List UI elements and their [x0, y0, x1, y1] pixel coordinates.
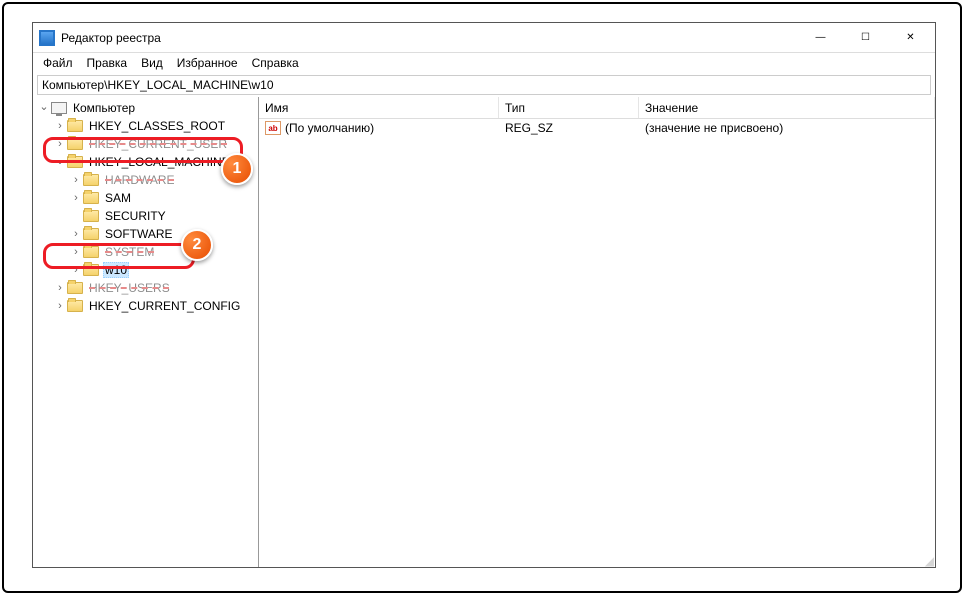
tree-root-computer[interactable]: Компьютер: [33, 99, 258, 117]
tree-item-w10[interactable]: w10: [33, 261, 258, 279]
tree-label: HKEY_CURRENT_USER: [87, 137, 229, 151]
menu-help[interactable]: Справка: [246, 54, 305, 72]
cell-name: ab (По умолчанию): [261, 121, 501, 135]
annotation-badge-1: 1: [221, 153, 253, 185]
window-title: Редактор реестра: [61, 31, 798, 45]
cell-value: (значение не присвоено): [641, 121, 933, 135]
folder-icon: [83, 264, 99, 276]
tree-label: SYSTEM: [103, 245, 156, 259]
maximize-button[interactable]: ☐: [843, 24, 888, 52]
chevron-right-icon[interactable]: [53, 138, 67, 150]
chevron-right-icon[interactable]: [69, 192, 83, 204]
folder-icon: [67, 300, 83, 312]
folder-icon: [67, 282, 83, 294]
cell-type: REG_SZ: [501, 121, 641, 135]
folder-icon: [67, 156, 83, 168]
list-body[interactable]: ab (По умолчанию) REG_SZ (значение не пр…: [259, 119, 935, 567]
folder-icon: [83, 228, 99, 240]
value-name: (По умолчанию): [285, 121, 374, 135]
titlebar[interactable]: Редактор реестра — ☐ ✕: [33, 23, 935, 53]
tree-label: HARDWARE: [103, 173, 177, 187]
annotation-badge-2: 2: [181, 229, 213, 261]
folder-icon: [67, 120, 83, 132]
tree-item-hkey-current-config[interactable]: HKEY_CURRENT_CONFIG: [33, 297, 258, 315]
tree-item-security[interactable]: SECURITY: [33, 207, 258, 225]
tree-label: Компьютер: [71, 101, 137, 115]
regedit-window: Редактор реестра — ☐ ✕ Файл Правка Вид И…: [32, 22, 936, 568]
tree-label: HKEY_LOCAL_MACHINE: [87, 155, 232, 169]
tree-item-hkey-users[interactable]: HKEY_USERS: [33, 279, 258, 297]
tree-label: w10: [103, 262, 129, 278]
tree-label: SECURITY: [103, 209, 168, 223]
tree-label: SOFTWARE: [103, 227, 175, 241]
tree-item-hkey-current-user[interactable]: HKEY_CURRENT_USER: [33, 135, 258, 153]
chevron-right-icon[interactable]: [69, 264, 83, 276]
tree-label: HKEY_CURRENT_CONFIG: [87, 299, 242, 313]
chevron-right-icon[interactable]: [53, 282, 67, 294]
string-value-icon: ab: [265, 121, 281, 135]
tree-label: HKEY_USERS: [87, 281, 172, 295]
address-text: Компьютер\HKEY_LOCAL_MACHINE\w10: [42, 78, 274, 92]
content-area: Компьютер HKEY_CLASSES_ROOT HKEY_CURRENT_…: [33, 97, 935, 567]
tree-item-software[interactable]: SOFTWARE: [33, 225, 258, 243]
tree-label: SAM: [103, 191, 133, 205]
menubar: Файл Правка Вид Избранное Справка: [33, 53, 935, 73]
window-controls: — ☐ ✕: [798, 24, 933, 52]
folder-icon: [83, 210, 99, 222]
address-bar[interactable]: Компьютер\HKEY_LOCAL_MACHINE\w10: [37, 75, 931, 95]
menu-favorites[interactable]: Избранное: [171, 54, 244, 72]
tree-item-sam[interactable]: SAM: [33, 189, 258, 207]
minimize-button[interactable]: —: [798, 24, 843, 52]
menu-edit[interactable]: Правка: [81, 54, 134, 72]
chevron-right-icon[interactable]: [69, 246, 83, 258]
folder-icon: [83, 246, 99, 258]
tree-label: HKEY_CLASSES_ROOT: [87, 119, 227, 133]
tree-item-system[interactable]: SYSTEM: [33, 243, 258, 261]
folder-icon: [83, 192, 99, 204]
computer-icon: [51, 102, 67, 114]
resize-grip-icon[interactable]: [920, 552, 934, 566]
menu-file[interactable]: Файл: [37, 54, 79, 72]
folder-icon: [83, 174, 99, 186]
list-header: Имя Тип Значение: [259, 97, 935, 119]
list-pane: Имя Тип Значение ab (По умолчанию) REG_S…: [259, 97, 935, 567]
col-header-name[interactable]: Имя: [259, 97, 499, 118]
regedit-icon: [39, 30, 55, 46]
chevron-right-icon[interactable]: [69, 228, 83, 240]
close-button[interactable]: ✕: [888, 24, 933, 52]
chevron-right-icon[interactable]: [69, 174, 83, 186]
chevron-down-icon[interactable]: [37, 102, 51, 115]
list-row[interactable]: ab (По умолчанию) REG_SZ (значение не пр…: [259, 119, 935, 137]
tree-item-hkey-classes-root[interactable]: HKEY_CLASSES_ROOT: [33, 117, 258, 135]
menu-view[interactable]: Вид: [135, 54, 169, 72]
col-header-type[interactable]: Тип: [499, 97, 639, 118]
col-header-value[interactable]: Значение: [639, 97, 935, 118]
chevron-right-icon[interactable]: [53, 300, 67, 312]
chevron-down-icon[interactable]: [53, 156, 67, 169]
screenshot-frame: Редактор реестра — ☐ ✕ Файл Правка Вид И…: [2, 2, 962, 593]
folder-icon: [67, 138, 83, 150]
tree-pane[interactable]: Компьютер HKEY_CLASSES_ROOT HKEY_CURRENT_…: [33, 97, 259, 567]
chevron-right-icon[interactable]: [53, 120, 67, 132]
